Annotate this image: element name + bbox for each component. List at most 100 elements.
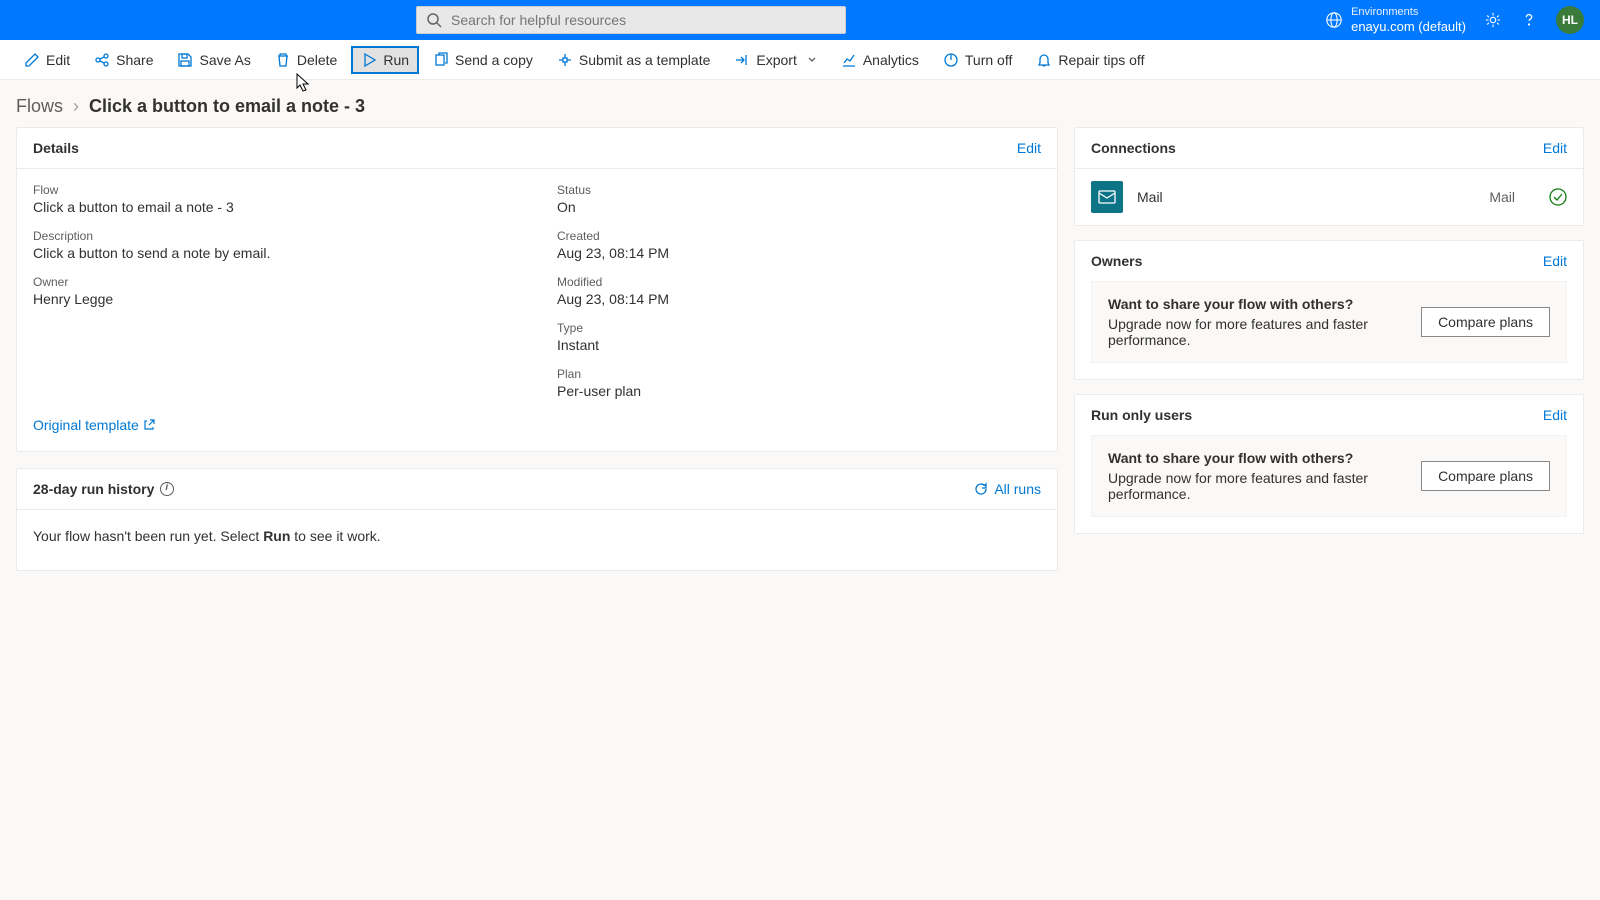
all-runs-link[interactable]: All runs <box>974 481 1041 497</box>
chevron-right-icon: › <box>73 96 79 117</box>
flow-label: Flow <box>33 183 517 197</box>
history-title: 28-day run history <box>33 481 154 497</box>
save-as-button[interactable]: Save As <box>167 46 260 74</box>
compare-plans-button[interactable]: Compare plans <box>1421 461 1550 491</box>
search-icon <box>426 12 442 28</box>
owners-title: Owners <box>1091 253 1142 269</box>
connections-title: Connections <box>1091 140 1176 156</box>
run-only-title: Run only users <box>1091 407 1192 423</box>
label: Submit as a template <box>579 52 711 68</box>
main-column: Details Edit Flow Click a button to email… <box>16 127 1058 571</box>
flow-value: Click a button to email a note - 3 <box>33 199 517 215</box>
created-value: Aug 23, 08:14 PM <box>557 245 1041 261</box>
modified-label: Modified <box>557 275 1041 289</box>
power-icon <box>943 52 959 68</box>
connection-name: Mail <box>1137 189 1475 205</box>
check-circle-icon <box>1549 188 1567 206</box>
repair-tips-button[interactable]: Repair tips off <box>1026 46 1154 74</box>
plan-label: Plan <box>557 367 1041 381</box>
save-icon <box>177 52 193 68</box>
label: Run <box>383 52 409 68</box>
label: Send a copy <box>455 52 533 68</box>
avatar[interactable]: HL <box>1556 6 1584 34</box>
connection-item[interactable]: Mail Mail <box>1075 169 1583 225</box>
details-title: Details <box>33 140 79 156</box>
owners-edit-link[interactable]: Edit <box>1543 253 1567 269</box>
play-icon <box>361 52 377 68</box>
top-header: Environments enayu.com (default) HL <box>0 0 1600 40</box>
search-wrap <box>416 6 846 34</box>
export-button[interactable]: Export <box>724 46 826 74</box>
content-area: Details Edit Flow Click a button to email… <box>0 127 1600 587</box>
original-template-link[interactable]: Original template <box>33 417 155 433</box>
send-copy-button[interactable]: Send a copy <box>423 46 543 74</box>
side-column: Connections Edit Mail Mail Owners Edit W… <box>1074 127 1584 571</box>
history-empty-text: Your flow hasn't been run yet. Select Ru… <box>17 510 1057 570</box>
search-input[interactable] <box>416 6 846 34</box>
help-icon[interactable] <box>1520 11 1538 29</box>
submit-template-button[interactable]: Submit as a template <box>547 46 721 74</box>
pencil-icon <box>24 52 40 68</box>
label: Repair tips off <box>1058 52 1144 68</box>
external-link-icon <box>143 419 155 431</box>
bell-icon <box>1036 52 1052 68</box>
command-bar: Edit Share Save As Delete Run Send a cop… <box>0 40 1600 80</box>
upgrade-desc: Upgrade now for more features and faster… <box>1108 470 1401 502</box>
connections-card: Connections Edit Mail Mail <box>1074 127 1584 226</box>
breadcrumb: Flows › Click a button to email a note -… <box>0 80 1600 127</box>
analytics-button[interactable]: Analytics <box>831 46 929 74</box>
created-label: Created <box>557 229 1041 243</box>
label: Turn off <box>965 52 1012 68</box>
upgrade-desc: Upgrade now for more features and faster… <box>1108 316 1401 348</box>
plan-value: Per-user plan <box>557 383 1041 399</box>
delete-button[interactable]: Delete <box>265 46 347 74</box>
topbar-right: Environments enayu.com (default) HL <box>1325 6 1584 35</box>
connection-type: Mail <box>1489 189 1515 205</box>
compare-plans-button[interactable]: Compare plans <box>1421 307 1550 337</box>
breadcrumb-root[interactable]: Flows <box>16 96 63 117</box>
upgrade-title: Want to share your flow with others? <box>1108 450 1401 466</box>
run-only-header: Run only users Edit <box>1075 395 1583 435</box>
run-only-card: Run only users Edit Want to share your f… <box>1074 394 1584 534</box>
run-only-upgrade-box: Want to share your flow with others? Upg… <box>1091 435 1567 517</box>
desc-label: Description <box>33 229 517 243</box>
globe-icon <box>1325 11 1343 29</box>
status-label: Status <box>557 183 1041 197</box>
gear-icon[interactable] <box>1484 11 1502 29</box>
desc-value: Click a button to send a note by email. <box>33 245 517 261</box>
status-value: On <box>557 199 1041 215</box>
owners-card: Owners Edit Want to share your flow with… <box>1074 240 1584 380</box>
owners-upgrade-box: Want to share your flow with others? Upg… <box>1091 281 1567 363</box>
owners-header: Owners Edit <box>1075 241 1583 281</box>
connections-header: Connections Edit <box>1075 128 1583 169</box>
label: All runs <box>994 481 1041 497</box>
upgrade-title: Want to share your flow with others? <box>1108 296 1401 312</box>
owner-value: Henry Legge <box>33 291 517 307</box>
label: Share <box>116 52 153 68</box>
label: Delete <box>297 52 337 68</box>
details-card: Details Edit Flow Click a button to email… <box>16 127 1058 452</box>
share-button[interactable]: Share <box>84 46 163 74</box>
edit-button[interactable]: Edit <box>14 46 80 74</box>
mail-icon <box>1091 181 1123 213</box>
connections-edit-link[interactable]: Edit <box>1543 140 1567 156</box>
template-icon <box>557 52 573 68</box>
details-edit-link[interactable]: Edit <box>1017 140 1041 156</box>
share-icon <box>94 52 110 68</box>
analytics-icon <box>841 52 857 68</box>
label: Export <box>756 52 796 68</box>
run-history-card: 28-day run history All runs Your flow ha… <box>16 468 1058 571</box>
trash-icon <box>275 52 291 68</box>
type-value: Instant <box>557 337 1041 353</box>
breadcrumb-current: Click a button to email a note - 3 <box>89 96 365 117</box>
turn-off-button[interactable]: Turn off <box>933 46 1022 74</box>
info-icon[interactable] <box>160 482 174 496</box>
copy-icon <box>433 52 449 68</box>
run-only-edit-link[interactable]: Edit <box>1543 407 1567 423</box>
environment-picker[interactable]: Environments enayu.com (default) <box>1325 6 1466 35</box>
label: Edit <box>46 52 70 68</box>
run-button[interactable]: Run <box>351 46 419 74</box>
refresh-icon <box>974 482 988 496</box>
label: Save As <box>199 52 250 68</box>
export-icon <box>734 52 750 68</box>
